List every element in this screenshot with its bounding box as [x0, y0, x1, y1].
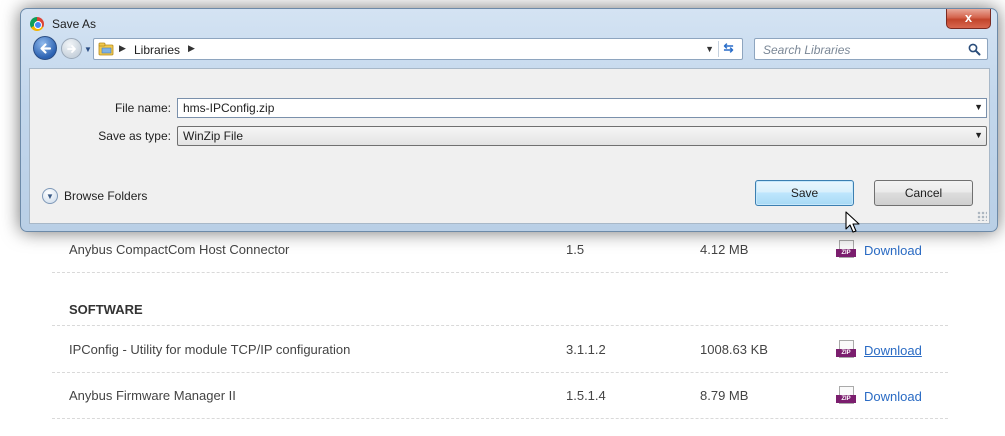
search-box[interactable]: Search Libraries	[754, 38, 988, 60]
close-button[interactable]: x	[946, 9, 991, 29]
table-row: Anybus CompactCom Host Connector 1.5 4.1…	[52, 227, 948, 273]
chevron-right-icon[interactable]: ▶	[188, 43, 195, 54]
file-name-value[interactable]: hms-IPConfig.zip	[183, 101, 274, 115]
save-form-panel: File name: hms-IPConfig.zip ▼ Save as ty…	[29, 68, 990, 224]
table-row: IPConfig - Utility for module TCP/IP con…	[52, 327, 948, 373]
refresh-icon[interactable]: ⇆	[718, 41, 738, 57]
back-arrow-icon	[40, 43, 52, 54]
save-as-type-select[interactable]: WinZip File ▼	[177, 126, 987, 146]
dialog-title: Save As	[52, 17, 97, 31]
version-cell: 1.5	[566, 242, 585, 257]
search-input[interactable]: Search Libraries	[763, 43, 850, 57]
chrome-icon	[30, 17, 44, 31]
file-name-label: File name:	[114, 101, 171, 115]
resize-grip[interactable]	[977, 211, 987, 221]
chevron-down-icon[interactable]: ▼	[705, 44, 714, 54]
libraries-folder-icon	[98, 42, 114, 56]
size-cell: 8.79 MB	[700, 388, 749, 403]
zip-file-icon: ZIP	[836, 340, 856, 360]
download-cell[interactable]: ZIP Download	[836, 340, 922, 360]
chevron-down-icon[interactable]: ▼	[974, 130, 983, 140]
chevron-down-icon[interactable]: ▼	[974, 102, 983, 112]
divider	[52, 325, 948, 326]
address-bar[interactable]: ▶ Libraries ▶ ▼ ⇆	[93, 38, 743, 60]
file-name-cell: Anybus CompactCom Host Connector	[69, 242, 290, 257]
chevron-right-icon[interactable]: ▶	[119, 43, 126, 54]
file-name-cell: Anybus Firmware Manager II	[69, 388, 236, 403]
cancel-button[interactable]: Cancel	[874, 180, 973, 206]
forward-arrow-icon	[67, 45, 76, 53]
expand-circle-icon[interactable]: ▼	[42, 188, 58, 204]
back-button[interactable]	[33, 36, 57, 60]
breadcrumb-libraries[interactable]: Libraries	[134, 43, 180, 57]
download-link[interactable]: Download	[864, 243, 922, 258]
download-link[interactable]: Download	[864, 389, 922, 404]
version-cell: 3.1.1.2	[566, 342, 606, 357]
save-as-type-value[interactable]: WinZip File	[183, 129, 243, 143]
version-cell: 1.5.1.4	[566, 388, 606, 403]
save-button[interactable]: Save	[755, 180, 854, 206]
save-as-dialog: Save As x ▼ ▶ Libraries ▶ ▼ ⇆ Search Lib…	[20, 8, 998, 232]
download-cell[interactable]: ZIP Download	[836, 386, 922, 406]
zip-file-icon: ZIP	[836, 240, 856, 260]
forward-button[interactable]	[61, 38, 82, 59]
file-name-field[interactable]: hms-IPConfig.zip ▼	[177, 98, 987, 118]
section-title-software: SOFTWARE	[69, 302, 143, 317]
download-cell[interactable]: ZIP Download	[836, 240, 922, 260]
dialog-titlebar[interactable]: Save As x	[21, 9, 997, 37]
zip-file-icon: ZIP	[836, 386, 856, 406]
table-row: Anybus Firmware Manager II 1.5.1.4 8.79 …	[52, 373, 948, 419]
browse-folders-label[interactable]: Browse Folders	[64, 189, 147, 203]
size-cell: 4.12 MB	[700, 242, 749, 257]
save-as-type-label: Save as type:	[98, 129, 171, 143]
file-name-cell: IPConfig - Utility for module TCP/IP con…	[69, 342, 351, 357]
mouse-cursor-icon	[845, 211, 860, 233]
size-cell: 1008.63 KB	[700, 342, 768, 357]
recent-locations-dropdown[interactable]: ▼	[84, 45, 92, 54]
browse-folders-toggle[interactable]: ▼ Browse Folders	[42, 188, 147, 204]
download-link[interactable]: Download	[864, 343, 922, 358]
search-icon[interactable]	[968, 43, 981, 56]
